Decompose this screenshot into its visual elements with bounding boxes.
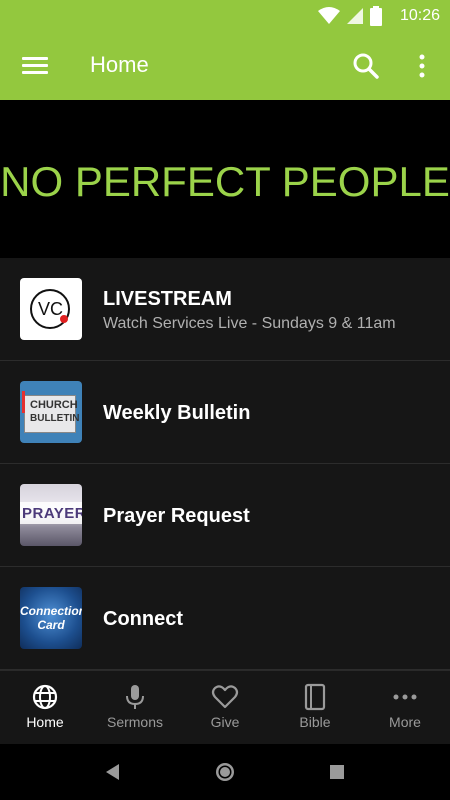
livestream-title: LIVESTREAM <box>103 288 232 310</box>
status-bar: 10:26 <box>0 0 450 32</box>
bulletin-thumb-text-2: BULLETIN <box>30 413 80 424</box>
nav-give-label: Give <box>210 714 240 730</box>
menu-list: VC LIVESTREAM Watch Services Live - Sund… <box>0 258 450 670</box>
bulletin-thumb-text-1: CHURCH <box>30 399 78 411</box>
prayer-title: Prayer Request <box>103 505 250 527</box>
connect-thumb-text-2: Card <box>37 618 65 632</box>
list-item-weekly-bulletin[interactable]: CHURCH BULLETIN Weekly Bulletin <box>0 361 450 464</box>
list-item-prayer-request[interactable]: PRAYER Prayer Request <box>0 464 450 567</box>
bulletin-title: Weekly Bulletin <box>103 402 251 424</box>
menu-icon[interactable] <box>22 54 48 78</box>
connect-title: Connect <box>103 608 183 630</box>
system-nav-bar <box>0 744 450 800</box>
nav-more[interactable]: More <box>360 671 450 745</box>
nav-give[interactable]: Give <box>180 671 270 745</box>
battery-icon <box>370 6 382 26</box>
livestream-subtitle: Watch Services Live - Sundays 9 & 11am <box>103 315 396 332</box>
hero-banner[interactable]: NO PERFECT PEOPLE <box>0 100 450 258</box>
bottom-nav: Home Sermons Give Bible More <box>0 670 450 745</box>
nav-sermons[interactable]: Sermons <box>90 671 180 745</box>
banner-text: NO PERFECT PEOPLE <box>0 158 450 205</box>
recents-icon[interactable] <box>325 760 349 784</box>
nav-home[interactable]: Home <box>0 671 90 745</box>
nav-sermons-label: Sermons <box>106 714 164 730</box>
list-item-livestream[interactable]: VC LIVESTREAM Watch Services Live - Sund… <box>0 258 450 361</box>
prayer-thumb-text: PRAYER <box>22 505 82 522</box>
microphone-icon <box>126 685 144 709</box>
connect-thumb-text-1: Connection <box>20 604 82 618</box>
more-horiz-icon <box>393 694 417 700</box>
status-icons <box>318 6 382 26</box>
more-vert-icon[interactable] <box>412 52 432 80</box>
nav-home-label: Home <box>26 714 64 730</box>
book-icon <box>304 683 326 711</box>
search-icon[interactable] <box>352 52 380 80</box>
prayer-thumbnail: PRAYER <box>20 484 82 546</box>
nav-more-label: More <box>389 714 421 730</box>
app-bar: Home <box>0 32 450 100</box>
heart-icon <box>211 685 239 709</box>
connect-thumbnail: Connection Card <box>20 587 82 649</box>
wifi-icon <box>318 7 340 24</box>
page-title: Home <box>90 52 149 77</box>
globe-icon <box>32 684 58 710</box>
nav-bible-label: Bible <box>299 714 331 730</box>
bulletin-thumbnail: CHURCH BULLETIN <box>20 381 82 443</box>
signal-icon <box>347 8 363 24</box>
livestream-thumb-text: VC <box>38 299 64 319</box>
back-icon[interactable] <box>101 760 125 784</box>
livestream-thumbnail: VC <box>20 278 82 340</box>
home-system-icon[interactable] <box>213 760 237 784</box>
nav-bible[interactable]: Bible <box>270 671 360 745</box>
status-time: 10:26 <box>399 7 440 24</box>
list-item-connect[interactable]: Connection Card Connect <box>0 567 450 670</box>
